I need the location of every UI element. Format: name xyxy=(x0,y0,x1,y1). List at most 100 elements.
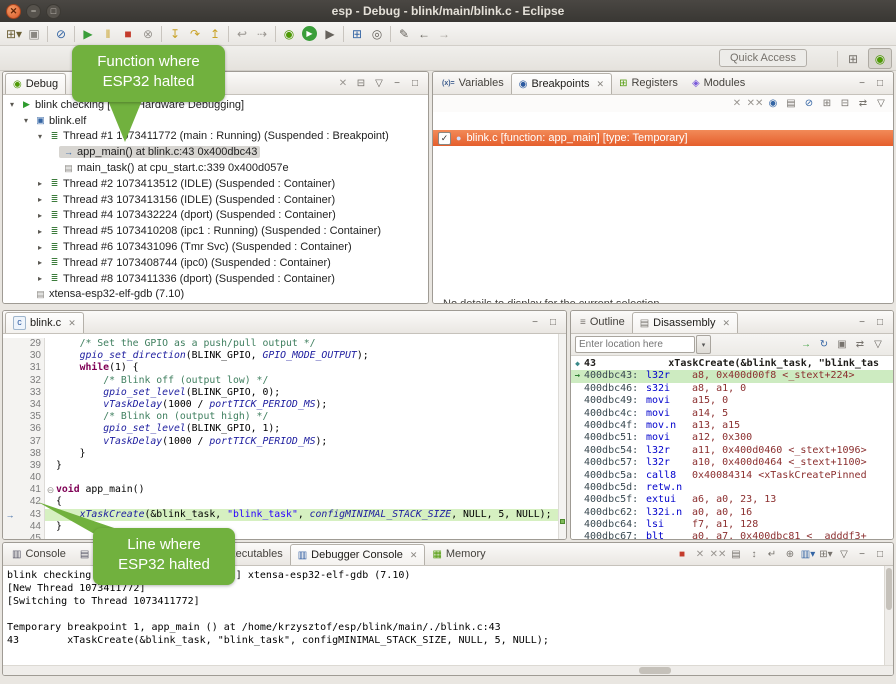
editor-line[interactable]: 32 /* Blink off (output low) */ xyxy=(3,375,566,387)
editor-line[interactable]: 34 vTaskDelay(1000 / portTICK_PERIOD_MS)… xyxy=(3,399,566,411)
word-wrap-icon[interactable]: ↵ xyxy=(764,546,780,562)
terminate-icon[interactable]: ■ xyxy=(674,546,690,562)
maximize-icon[interactable]: □ xyxy=(872,546,888,562)
expand-arrow-icon[interactable]: ▾ xyxy=(7,100,17,109)
disassembly-row[interactable]: 400dbc62:l32i.na0, a0, 16 xyxy=(571,507,893,519)
debug-tree-row[interactable]: ▾▣blink.elf xyxy=(3,113,428,129)
scrollbar-thumb[interactable] xyxy=(886,568,892,610)
debug-perspective-button[interactable]: ◉ xyxy=(868,48,892,69)
link-with-debug-view-icon[interactable]: ⇄ xyxy=(855,96,871,112)
editor-line[interactable]: 37 vTaskDelay(1000 / portTICK_PERIOD_MS)… xyxy=(3,436,566,448)
tab-close-icon[interactable]: ✕ xyxy=(597,79,605,90)
disconnect-icon[interactable]: ⊗ xyxy=(138,24,158,44)
go-to-file-icon[interactable]: ▤ xyxy=(783,96,799,112)
editor-line[interactable]: 30 gpio_set_direction(BLINK_GPIO, GPIO_M… xyxy=(3,350,566,362)
pin-console-icon[interactable]: ⊕ xyxy=(782,546,798,562)
editor-line[interactable]: 39} xyxy=(3,460,566,472)
disassembly-row[interactable]: 400dbc4c:movia14, 5 xyxy=(571,408,893,420)
editor-line[interactable]: 38 } xyxy=(3,448,566,460)
last-edit-location-icon[interactable]: ✎ xyxy=(394,24,414,44)
suspend-icon[interactable]: ‖ xyxy=(98,24,118,44)
debug-tree-row[interactable]: ▸≣Thread #7 1073408744 (ipc0) (Suspended… xyxy=(3,255,428,271)
disassembly-row[interactable]: 400dbc4f:mov.na13, a15 xyxy=(571,420,893,432)
terminate-icon[interactable]: ■ xyxy=(118,24,138,44)
step-over-icon[interactable]: ↷ xyxy=(185,24,205,44)
editor-line[interactable]: 31 while(1) { xyxy=(3,362,566,374)
run-icon[interactable]: ▶ xyxy=(302,26,317,41)
expand-arrow-icon[interactable]: ▾ xyxy=(35,132,45,141)
disassembly-row[interactable]: 400dbc5f:extuia6, a0, 23, 13 xyxy=(571,494,893,506)
external-tools-icon[interactable]: ▶ xyxy=(320,24,340,44)
disassembly-row[interactable]: 400dbc49:movia15, 0 xyxy=(571,395,893,407)
maximize-icon[interactable]: □ xyxy=(872,314,888,330)
back-icon[interactable]: ← xyxy=(414,24,434,44)
tab-debugger-console[interactable]: ▥ Debugger Console ✕ xyxy=(290,544,426,565)
disassembly-row[interactable]: 400dbc5a:call80x40084314 <xTaskCreatePin… xyxy=(571,470,893,482)
disassembly-row[interactable]: 400dbc5d:retw.n xyxy=(571,482,893,494)
debug-tree-row[interactable]: ▸≣Thread #4 1073432224 (dport) (Suspende… xyxy=(3,208,428,224)
expand-arrow-icon[interactable]: ▸ xyxy=(35,274,45,283)
disassembly-row[interactable]: 400dbc67:blta0, a7, 0x400dbc81 <__adddf3… xyxy=(571,531,893,539)
disassembly-row[interactable]: 400dbc57:l32ra10, 0x400d0464 <_stext+110… xyxy=(571,457,893,469)
new-wizard-icon[interactable]: ⊞▾ xyxy=(4,24,24,44)
expand-arrow-icon[interactable]: ▸ xyxy=(35,243,45,252)
forward-icon[interactable]: → xyxy=(434,24,454,44)
expand-arrow-icon[interactable]: ▸ xyxy=(35,227,45,236)
resume-icon[interactable]: ▶ xyxy=(78,24,98,44)
expand-arrow-icon[interactable]: ▸ xyxy=(35,211,45,220)
view-menu-icon[interactable]: ▽ xyxy=(873,96,889,112)
tab-breakpoints[interactable]: ◉ Breakpoints ✕ xyxy=(511,73,612,94)
debug-tree-row[interactable]: ▸≣Thread #6 1073431096 (Tmr Svc) (Suspen… xyxy=(3,239,428,255)
display-selected-console-icon[interactable]: ▥▾ xyxy=(800,546,816,562)
editor-line[interactable]: 40 xyxy=(3,472,566,484)
console-vertical-scrollbar[interactable] xyxy=(884,566,893,675)
expand-all-icon[interactable]: ⊞ xyxy=(819,96,835,112)
open-console-icon[interactable]: ⊞▾ xyxy=(818,546,834,562)
tab-close-icon[interactable]: ✕ xyxy=(723,318,731,329)
view-menu-icon[interactable]: ▽ xyxy=(870,337,886,353)
window-minimize-button[interactable]: − xyxy=(26,4,41,19)
location-dropdown-icon[interactable]: ▾ xyxy=(696,335,711,354)
quick-access-button[interactable]: Quick Access xyxy=(719,49,807,67)
remove-all-terminated-icon[interactable]: ✕ xyxy=(335,75,351,91)
clear-console-icon[interactable]: ▤ xyxy=(728,546,744,562)
editor-line[interactable]: 35 /* Blink on (output high) */ xyxy=(3,411,566,423)
debug-tree-row[interactable]: ▸≣Thread #5 1073410208 (ipc1 : Running) … xyxy=(3,223,428,239)
disassembly-row[interactable]: 400dbc51:movia12, 0x300 xyxy=(571,432,893,444)
minimize-icon[interactable]: − xyxy=(854,546,870,562)
search-icon[interactable]: ◎ xyxy=(367,24,387,44)
minimize-icon[interactable]: − xyxy=(854,314,870,330)
minimize-icon[interactable]: − xyxy=(389,75,405,91)
disassembly-view[interactable]: ◆43 xTaskCreate(&blink_task, "blink_tas→… xyxy=(571,356,893,539)
editor-line[interactable]: 36 gpio_set_level(BLINK_GPIO, 1); xyxy=(3,423,566,435)
minimize-icon[interactable]: − xyxy=(854,75,870,91)
tab-disassembly[interactable]: ▤ Disassembly ✕ xyxy=(632,312,738,333)
location-combo[interactable] xyxy=(575,336,695,353)
tab-modules[interactable]: ◈ Modules xyxy=(685,72,752,94)
tab-registers[interactable]: ⊞ Registers xyxy=(612,72,685,94)
disassembly-current-row[interactable]: →400dbc43:l32ra8, 0x400d00f8 <_stext+224… xyxy=(571,370,893,382)
remove-all-breakpoints-icon[interactable]: ✕✕ xyxy=(747,96,763,112)
editor-line[interactable]: 33 gpio_set_level(BLINK_GPIO, 0); xyxy=(3,387,566,399)
window-maximize-button[interactable]: □ xyxy=(46,4,61,19)
scrollbar-thumb[interactable] xyxy=(639,667,671,674)
step-return-icon[interactable]: ↥ xyxy=(205,24,225,44)
maximize-icon[interactable]: □ xyxy=(545,314,561,330)
link-with-editor-icon[interactable]: ⇄ xyxy=(852,337,868,353)
debug-tree-row[interactable]: ▸≣Thread #8 1073411336 (dport) (Suspende… xyxy=(3,271,428,287)
open-perspective-icon[interactable]: ⊞ xyxy=(842,49,864,68)
tab-variables[interactable]: (x)= Variables xyxy=(435,72,511,94)
collapse-all-icon[interactable]: ⊟ xyxy=(353,75,369,91)
collapse-all-icon[interactable]: ⊟ xyxy=(837,96,853,112)
disassembly-row[interactable]: 400dbc54:l32ra11, 0x400d0460 <_stext+109… xyxy=(571,445,893,457)
debug-tree-row[interactable]: ▤main_task() at cpu_start.c:339 0x400d05… xyxy=(3,160,428,176)
overview-marker[interactable] xyxy=(560,519,565,524)
tab-debug[interactable]: ◉ Debug xyxy=(5,73,66,94)
breakpoint-row[interactable]: ✓ ● blink.c [function: app_main] [type: … xyxy=(433,130,893,146)
skip-all-breakpoints-icon[interactable]: ⊘ xyxy=(801,96,817,112)
expand-arrow-icon[interactable]: ▸ xyxy=(35,258,45,267)
copy-icon[interactable]: ▣ xyxy=(834,337,850,353)
expand-arrow-icon[interactable]: ▸ xyxy=(35,195,45,204)
editor-line[interactable]: 29 /* Set the GPIO as a push/pull output… xyxy=(3,338,566,350)
skip-all-breakpoints-icon[interactable]: ⊘ xyxy=(51,24,71,44)
